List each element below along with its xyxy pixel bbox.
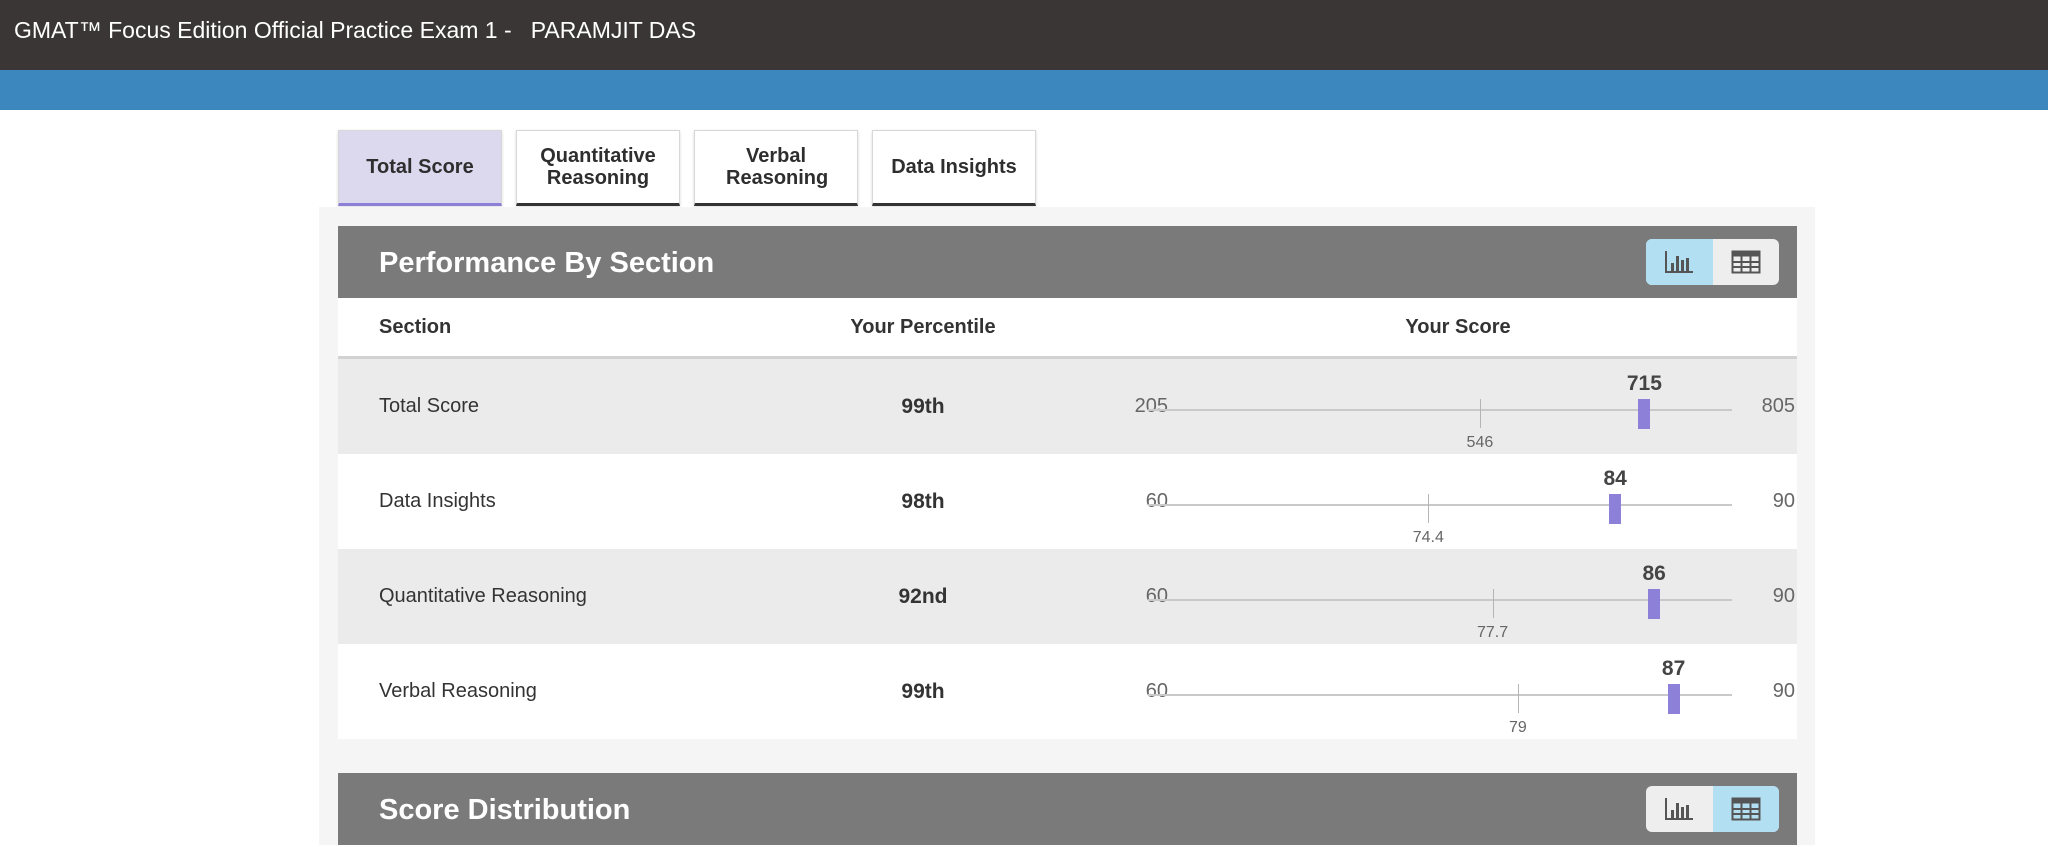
percentile-value: 98th <box>901 490 945 513</box>
table-grid-icon <box>1731 797 1761 821</box>
table-view-button[interactable] <box>1712 786 1779 832</box>
tab-verbal-reasoning[interactable]: Verbal Reasoning <box>694 130 858 206</box>
view-toggle <box>1646 786 1779 832</box>
average-score-tick <box>1517 684 1519 713</box>
your-score-marker <box>1609 494 1622 524</box>
bar-chart-icon <box>1664 250 1694 274</box>
average-score-label: 79 <box>1508 719 1527 736</box>
scale-max-label: 805 <box>1761 395 1795 417</box>
tab-label: Data Insights <box>891 156 1017 178</box>
tab-label: Total Score <box>366 156 474 178</box>
scale-max-label: 90 <box>1772 490 1795 512</box>
percentile-value: 99th <box>901 395 945 418</box>
your-score-label: 84 <box>1603 467 1627 490</box>
tab-data-insights[interactable]: Data Insights <box>872 130 1036 206</box>
average-score-label: 77.7 <box>1476 624 1509 641</box>
scale-max-label: 90 <box>1772 680 1795 702</box>
scale-max-label: 90 <box>1772 585 1795 607</box>
table-row: Data Insights 98th 60 90 74.4 84 <box>338 454 1797 549</box>
scale-min-label: 60 <box>1145 680 1168 702</box>
chart-view-button[interactable] <box>1646 786 1713 832</box>
table-row: Verbal Reasoning 99th 60 90 79 87 <box>338 644 1797 739</box>
section-name: Quantitative Reasoning <box>379 585 587 607</box>
performance-panel: Performance By Section Section Your Perc… <box>338 226 1797 739</box>
average-score-tick <box>1479 399 1481 428</box>
average-score-tick <box>1492 589 1494 618</box>
distribution-panel: Score Distribution <box>338 773 1797 845</box>
performance-rows: Total Score 99th 205 805 546 715 Data Insights… <box>338 359 1797 739</box>
panel-title: Score Distribution <box>379 794 631 826</box>
scale-min-label: 60 <box>1145 490 1168 512</box>
column-header-section: Section <box>379 316 452 338</box>
column-header-score: Your Score <box>1405 316 1511 338</box>
panel-header: Performance By Section <box>338 226 1797 298</box>
table-grid-icon <box>1731 250 1761 274</box>
score-scale-track: 77.7 86 <box>1148 562 1732 641</box>
your-score-marker <box>1648 589 1661 619</box>
chart-view-button[interactable] <box>1646 239 1713 285</box>
accent-bar <box>0 70 2048 110</box>
table-header: Section Your Percentile Your Score <box>338 298 1797 359</box>
bar-chart-icon <box>1664 797 1694 821</box>
view-toggle <box>1646 239 1779 285</box>
table-row: Total Score 99th 205 805 546 715 <box>338 359 1797 454</box>
panel-title: Performance By Section <box>379 247 715 279</box>
window-title: GMAT™ Focus Edition Official Practice Ex… <box>0 0 2048 70</box>
section-name: Verbal Reasoning <box>379 680 537 702</box>
section-name: Data Insights <box>379 490 496 512</box>
score-scale-track: 79 87 <box>1148 657 1732 736</box>
table-row: Quantitative Reasoning 92nd 60 90 77.7 86 <box>338 549 1797 644</box>
percentile-value: 99th <box>901 680 945 703</box>
your-score-marker <box>1667 684 1680 714</box>
scale-min-label: 60 <box>1145 585 1168 607</box>
your-score-label: 715 <box>1626 372 1662 395</box>
score-scale-track: 74.4 84 <box>1148 467 1732 546</box>
your-score-label: 86 <box>1642 562 1666 585</box>
average-score-label: 546 <box>1466 434 1494 451</box>
panel-header: Score Distribution <box>338 773 1797 845</box>
tab-label: Verbal Reasoning <box>726 145 829 189</box>
percentile-value: 92nd <box>898 585 948 608</box>
your-score-label: 87 <box>1661 657 1686 680</box>
score-scale-track: 546 715 <box>1148 372 1732 451</box>
table-view-button[interactable] <box>1713 239 1780 285</box>
tab-label: Quantitative Reasoning <box>540 145 656 189</box>
column-header-percentile: Your Percentile <box>850 316 996 338</box>
section-name: Total Score <box>379 395 480 417</box>
tab-total-score[interactable]: Total Score <box>338 130 502 206</box>
your-score-marker <box>1638 399 1651 429</box>
average-score-tick <box>1428 494 1430 523</box>
tab-quantitative-reasoning[interactable]: Quantitative Reasoning <box>516 130 680 206</box>
average-score-label: 74.4 <box>1412 529 1444 546</box>
scale-min-label: 205 <box>1134 395 1168 417</box>
